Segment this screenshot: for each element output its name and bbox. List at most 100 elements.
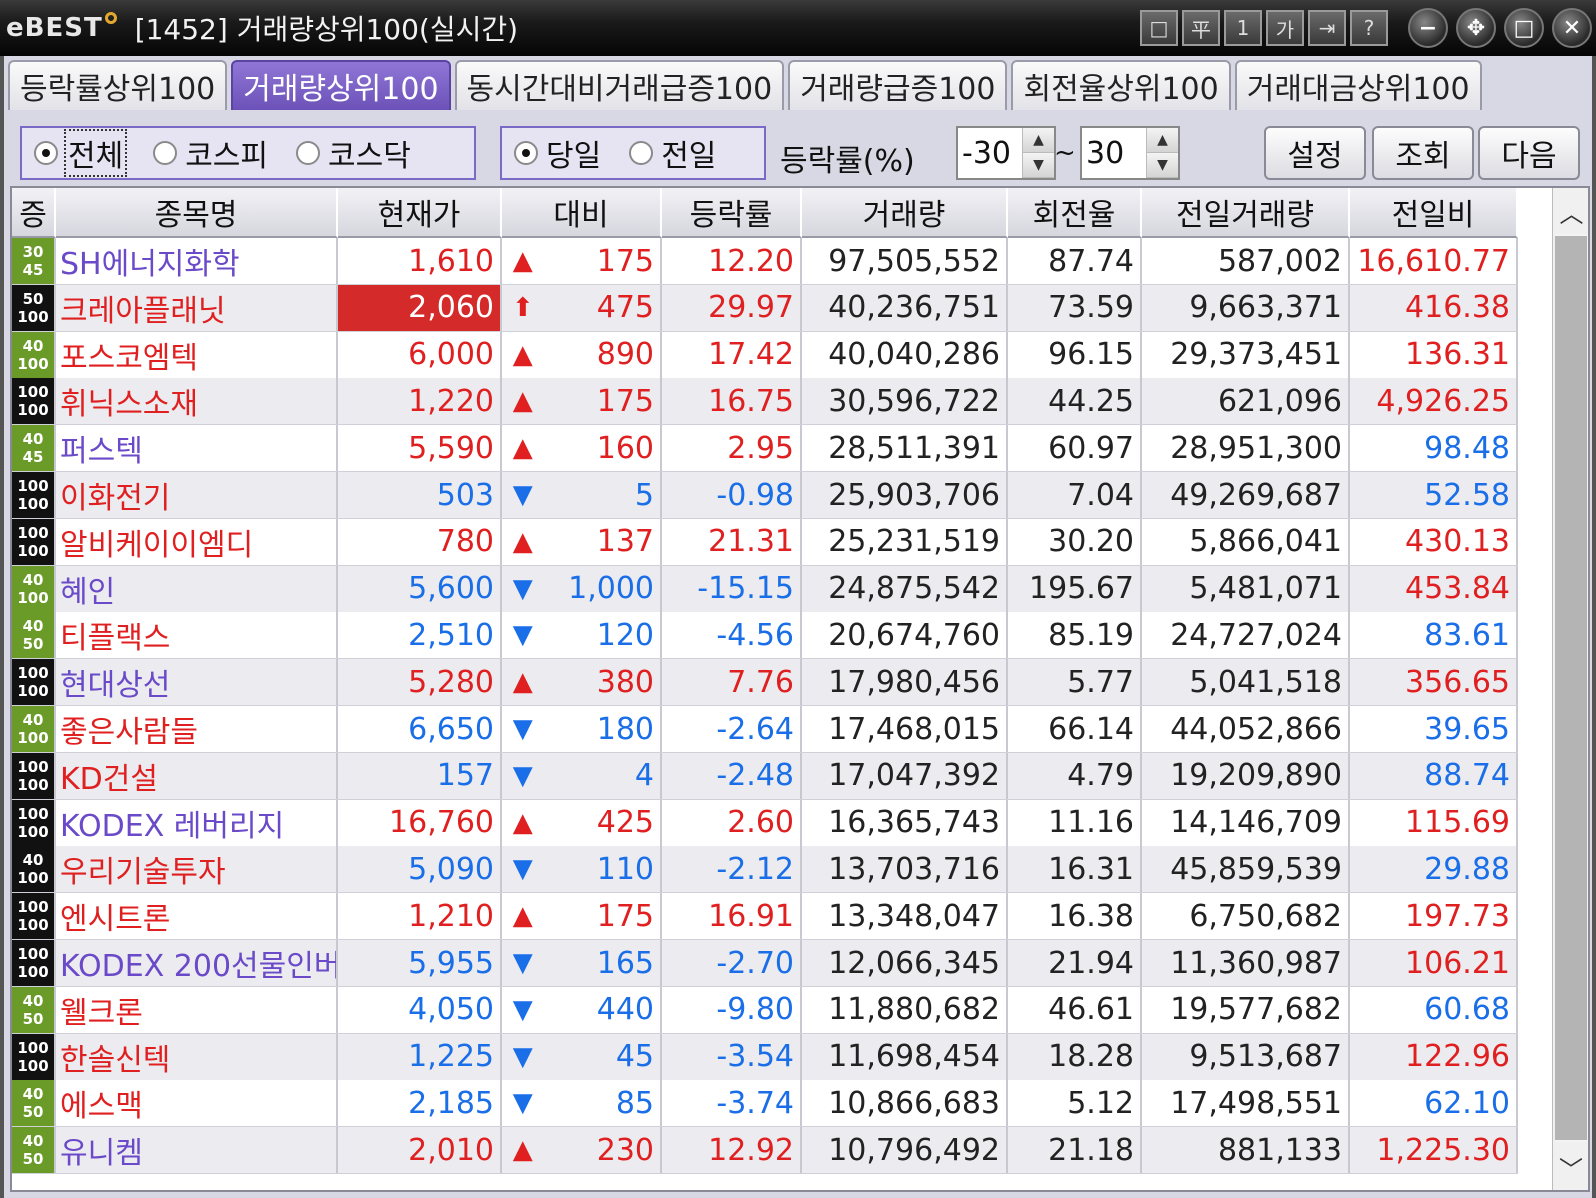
stock-name[interactable]: 티플랙스: [56, 612, 338, 659]
tab-3[interactable]: 거래량급증100: [788, 60, 1008, 110]
next-button[interactable]: 다음: [1478, 126, 1580, 180]
rate-label: 등락률(%): [780, 144, 915, 179]
column-header[interactable]: 전일거래량: [1142, 188, 1350, 238]
table-row[interactable]: 40 100 좋은사람들 6,650 ▼ 180 -2.64 17,468,015 66.14 4…: [12, 706, 1518, 753]
scroll-up-icon[interactable]: ︿: [1553, 188, 1588, 234]
column-header[interactable]: 종목명: [56, 188, 338, 238]
scroll-down-icon[interactable]: ﹀: [1553, 1144, 1588, 1190]
turnover-rate: 16.38: [1008, 893, 1142, 940]
stock-name[interactable]: KD건설: [56, 752, 338, 799]
spin-down-icon[interactable]: ▼: [1147, 153, 1178, 178]
stock-name[interactable]: 에스맥: [56, 1080, 338, 1127]
minimize-icon[interactable]: −: [1408, 8, 1448, 48]
stock-name[interactable]: 웰크론: [56, 986, 338, 1033]
table-row[interactable]: 40 50 티플랙스 2,510 ▼ 120 -4.56 20,674,760 85.19 24,…: [12, 612, 1518, 660]
settings-button[interactable]: 설정: [1264, 126, 1366, 180]
query-button[interactable]: 조회: [1372, 126, 1474, 180]
stock-name[interactable]: 한솔신텍: [56, 1033, 338, 1080]
maximize-icon[interactable]: □: [1504, 8, 1544, 48]
tab-2[interactable]: 동시간대비거래급증100: [454, 60, 785, 110]
column-header[interactable]: 대비: [502, 188, 662, 238]
tab-1[interactable]: 거래량상위100: [231, 60, 451, 110]
link-number-icon[interactable]: 1: [1224, 10, 1262, 46]
margin-rate-badge: 40 50: [12, 986, 56, 1033]
stock-name[interactable]: 엔시트론: [56, 893, 338, 940]
column-header[interactable]: 등락률: [662, 188, 802, 238]
change-rate: 12.92: [662, 1127, 802, 1174]
down-arrow-icon: ▼: [512, 994, 533, 1025]
table-row[interactable]: 40 50 유니켐 2,010 ▲ 230 12.92 10,796,492 21.18 881,…: [12, 1127, 1518, 1175]
radio-kospi[interactable]: 코스피: [153, 131, 268, 175]
font-size-icon[interactable]: 가: [1266, 10, 1304, 46]
volume: 17,468,015: [802, 706, 1008, 752]
pin-icon[interactable]: 平: [1182, 10, 1220, 46]
rate-to-stepper[interactable]: 30 ▲ ▼: [1080, 126, 1180, 180]
move-icon[interactable]: ✥: [1456, 8, 1496, 48]
table-row[interactable]: 100 100 엔시트론 1,210 ▲ 175 16.91 13,348,047 16.38 6…: [12, 893, 1518, 941]
column-header[interactable]: 전일비: [1350, 188, 1518, 238]
volume: 17,980,456: [802, 659, 1008, 706]
close-icon[interactable]: ✕: [1552, 8, 1592, 48]
vertical-scrollbar[interactable]: ︿ ﹀: [1552, 188, 1588, 1190]
stock-name[interactable]: 좋은사람들: [56, 706, 338, 752]
change-cell: ▼ 440: [502, 986, 662, 1033]
spin-up-icon[interactable]: ▲: [1023, 128, 1054, 153]
stock-name[interactable]: 알비케이이엠디: [56, 518, 338, 565]
table-row[interactable]: 100100KODEX 200선물인버스5,955 ▼ 165-2.7012,066…: [12, 940, 1518, 987]
rate-from-stepper[interactable]: -30 ▲ ▼: [956, 126, 1056, 180]
table-row[interactable]: 40 100 우리기술투자 5,090 ▼ 110 -2.12 13,703,716 16.31…: [12, 846, 1518, 894]
table-row[interactable]: 50 100 크레아플래닛 2,060 ⬆ 475 29.97 40,236,751 73.59…: [12, 284, 1518, 332]
tab-0[interactable]: 등락률상위100: [8, 60, 228, 110]
table-row[interactable]: 100 100 KODEX 레버리지 16,760 ▲ 425 2.60 16,365,743…: [12, 799, 1518, 847]
table-row[interactable]: 40 50 웰크론 4,050 ▼ 440 -9.80 11,880,682 46.61 19,5…: [12, 986, 1518, 1034]
turnover-rate: 73.59: [1008, 284, 1142, 331]
tab-5[interactable]: 거래대금상위100: [1234, 60, 1482, 110]
table-row[interactable]: 100 100 이화전기 503 ▼ 5 -0.98 25,903,706 7.04 49,269…: [12, 472, 1518, 519]
stock-name[interactable]: 현대상선: [56, 659, 338, 706]
export-icon[interactable]: ⇥: [1308, 10, 1346, 46]
stock-name[interactable]: KODEX 200선물인버스: [56, 940, 338, 986]
table-row[interactable]: 100 100 알비케이이엠디 780 ▲ 137 21.31 25,231,519 30.20…: [12, 518, 1518, 566]
radio-all[interactable]: 전체: [34, 129, 128, 177]
stock-name[interactable]: 혜인: [56, 565, 338, 612]
column-header[interactable]: 회전율: [1008, 188, 1142, 238]
table-row[interactable]: 100 100 현대상선 5,280 ▲ 380 7.76 17,980,456 5.77 5,0…: [12, 659, 1518, 707]
tab-bar: 등락률상위100 거래량상위100 동시간대비거래급증100 거래량급증100 회전율상…: [8, 60, 1482, 110]
stock-name[interactable]: 퍼스텍: [56, 425, 338, 472]
stock-name[interactable]: 휘닉스소재: [56, 378, 338, 425]
stock-name[interactable]: 이화전기: [56, 472, 338, 518]
spin-down-icon[interactable]: ▼: [1023, 153, 1054, 178]
radio-today[interactable]: 당일: [514, 131, 601, 175]
down-arrow-icon: ▼: [512, 714, 533, 744]
stock-name[interactable]: 우리기술투자: [56, 846, 338, 893]
scroll-thumb[interactable]: [1555, 236, 1587, 1140]
stock-name[interactable]: SH에너지화학: [56, 238, 338, 284]
prev-volume: 44,052,866: [1142, 706, 1350, 752]
turnover-rate: 18.28: [1008, 1033, 1142, 1080]
table-row[interactable]: 40 100 혜인 5,600 ▼ 1,000 -15.15 24,875,542 195.67…: [12, 565, 1518, 613]
column-header[interactable]: 현재가: [338, 188, 502, 238]
stock-name[interactable]: 크레아플래닛: [56, 284, 338, 331]
table-row[interactable]: 100 100 휘닉스소재 1,220 ▲ 175 16.75 30,596,722 44.25…: [12, 378, 1518, 426]
change-value: 175: [596, 898, 654, 934]
stock-name[interactable]: 포스코엠텍: [56, 331, 338, 378]
change-rate: -3.54: [662, 1033, 802, 1080]
help-icon[interactable]: ?: [1350, 10, 1388, 46]
table-row[interactable]: 40 100 포스코엠텍 6,000 ▲ 890 17.42 40,040,286 96.15 2…: [12, 331, 1518, 379]
table-row[interactable]: 40 50 에스맥 2,185 ▼ 85 -3.74 10,866,683 5.12 17,498…: [12, 1080, 1518, 1128]
spin-up-icon[interactable]: ▲: [1147, 128, 1178, 153]
tab-4[interactable]: 회전율상위100: [1011, 60, 1231, 110]
table-row[interactable]: 100 100 한솔신텍 1,225 ▼ 45 -3.54 11,698,454 18.28 9,…: [12, 1033, 1518, 1081]
prev-ratio: 1,225.30: [1350, 1127, 1518, 1174]
column-header[interactable]: 증: [12, 188, 56, 238]
table-row[interactable]: 40 45 퍼스텍 5,590 ▲ 160 2.95 28,511,391 60.97 28,95…: [12, 425, 1518, 473]
change-cell: ▲ 175: [502, 378, 662, 425]
window-icon[interactable]: □: [1140, 10, 1178, 46]
table-row[interactable]: 100 100 KD건설 157 ▼ 4 -2.48 17,047,392 4.79 19,209…: [12, 752, 1518, 800]
radio-kosdaq[interactable]: 코스닥: [296, 131, 411, 175]
table-row[interactable]: 30 45 SH에너지화학 1,610 ▲ 175 12.20 97,505,552 87.74…: [12, 238, 1518, 285]
stock-name[interactable]: KODEX 레버리지: [56, 799, 338, 846]
stock-name[interactable]: 유니켐: [56, 1127, 338, 1174]
radio-yesterday[interactable]: 전일: [629, 131, 716, 175]
column-header[interactable]: 거래량: [802, 188, 1008, 238]
